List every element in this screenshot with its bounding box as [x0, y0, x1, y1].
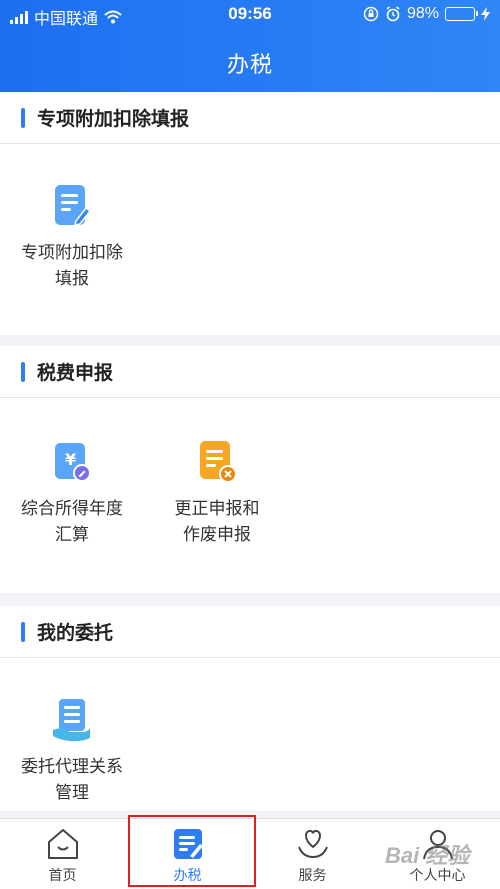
item-label-line1: 专项附加扣除	[21, 243, 123, 262]
tab-tax[interactable]: 办税	[125, 819, 250, 889]
watermark: Bai 经验	[385, 843, 470, 868]
section-special-deduction: 专项附加扣除填报 专项附加扣除 填报	[0, 92, 500, 335]
item-label-line1: 委托代理关系	[21, 757, 123, 776]
yuan-document-icon: ¥	[52, 440, 92, 484]
status-bar: 中国联通 09:56 98%	[0, 0, 500, 30]
section-title: 我的委托	[37, 623, 114, 644]
home-icon	[45, 827, 81, 861]
special-deduction-fill-button[interactable]: 专项附加扣除 填报	[12, 184, 132, 292]
status-right: 98%	[363, 5, 490, 23]
section-accent-bar	[21, 621, 25, 642]
top-bar: 中国联通 09:56 98% 办税	[0, 0, 500, 92]
item-label: 更正申报和 作废申报	[157, 496, 277, 548]
rotation-lock-icon	[363, 6, 379, 22]
tab-label: 办税	[173, 867, 202, 883]
battery-percent: 98%	[406, 5, 439, 22]
charging-icon	[481, 7, 490, 21]
section-my-delegation: 我的委托 委托代理关系 管理	[0, 606, 500, 811]
section-header: 税费申报	[0, 346, 500, 398]
alarm-icon	[386, 6, 400, 22]
section-title: 专项附加扣除填报	[37, 109, 190, 130]
section-accent-bar	[21, 361, 25, 382]
annual-settlement-button[interactable]: ¥ 综合所得年度 汇算	[12, 440, 132, 548]
tax-document-icon	[170, 827, 206, 861]
item-label-line2: 填报	[55, 269, 89, 288]
section-header: 专项附加扣除填报	[0, 92, 500, 144]
tab-label: 首页	[48, 867, 77, 883]
tab-home[interactable]: 首页	[0, 819, 125, 889]
heart-hand-icon	[295, 827, 331, 861]
item-label-line2: 管理	[55, 783, 89, 802]
hand-document-icon	[52, 698, 92, 742]
item-label: 委托代理关系 管理	[12, 754, 132, 806]
tab-label: 服务	[298, 867, 327, 883]
item-label-line1: 更正申报和	[174, 499, 260, 518]
page-title: 办税	[226, 52, 273, 77]
form-edit-icon	[52, 184, 92, 228]
svg-text:¥: ¥	[65, 450, 76, 469]
section-accent-bar	[21, 107, 25, 128]
item-label-line1: 综合所得年度	[21, 499, 123, 518]
section-title: 税费申报	[37, 363, 114, 384]
section-header: 我的委托	[0, 606, 500, 658]
battery-icon	[445, 7, 478, 21]
item-label-line2: 作废申报	[183, 525, 251, 544]
tab-service[interactable]: 服务	[250, 819, 375, 889]
item-label-line2: 汇算	[55, 525, 89, 544]
item-label: 专项附加扣除 填报	[12, 240, 132, 292]
item-label: 综合所得年度 汇算	[12, 496, 132, 548]
correct-void-declaration-button[interactable]: 更正申报和 作废申报	[157, 440, 277, 548]
section-tax-declaration: 税费申报 ¥ 综合所得年度 汇算 更正申报和 作废申报	[0, 346, 500, 593]
agency-relationship-button[interactable]: 委托代理关系 管理	[12, 698, 132, 806]
document-cancel-icon	[197, 440, 237, 484]
